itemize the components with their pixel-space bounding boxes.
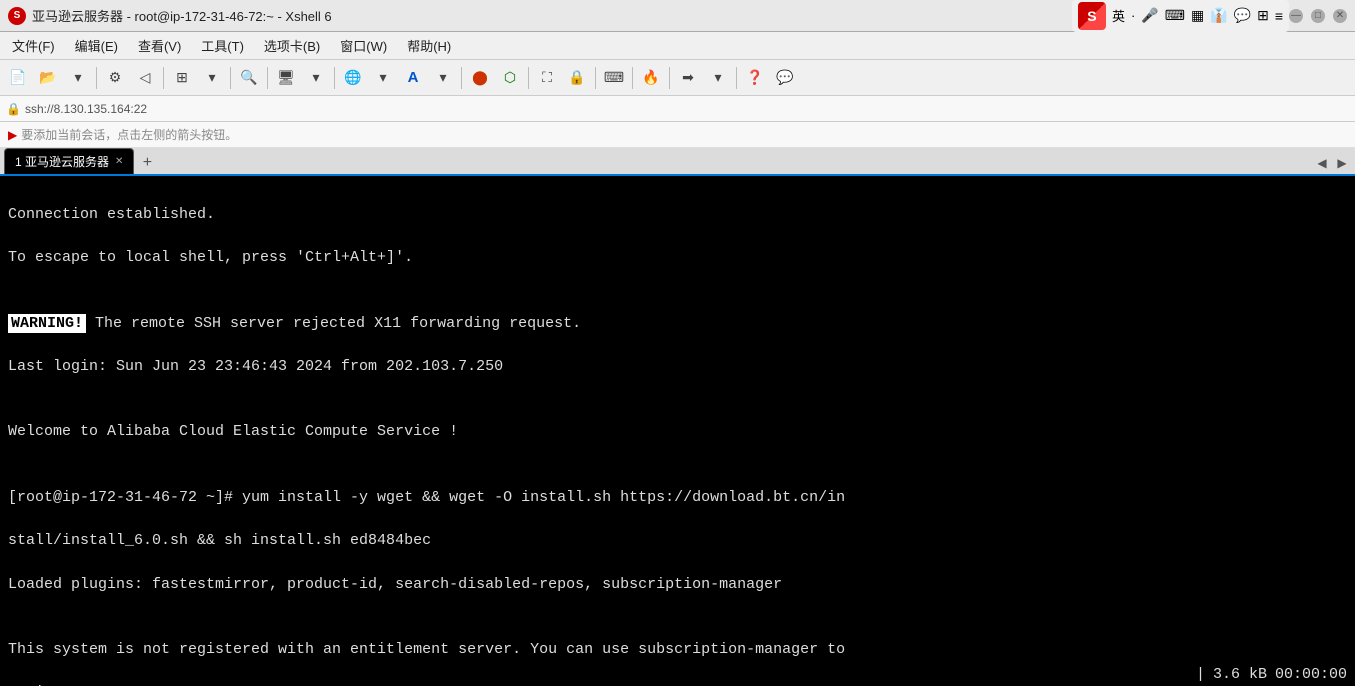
- minimize-button[interactable]: —: [1289, 9, 1303, 23]
- tab-active-label: 1 亚马逊云服务器: [15, 153, 109, 170]
- toolbar-sep-8: [595, 67, 596, 89]
- toolbar-btn3[interactable]: ◁: [131, 64, 159, 92]
- terminal-line-11: Loaded plugins: fastestmirror, product-i…: [8, 574, 1347, 596]
- warning-label: WARNING!: [8, 314, 86, 333]
- toolbar-fire-btn[interactable]: 🔥: [637, 64, 665, 92]
- terminal-line-2: To escape to local shell, press 'Ctrl+Al…: [8, 247, 1347, 269]
- toolbar-open-btn[interactable]: 📂: [34, 64, 62, 92]
- menu-help[interactable]: 帮助(H): [399, 34, 459, 57]
- terminal-line-13: This system is not registered with an en…: [8, 639, 1347, 661]
- tab-nav-left[interactable]: ◀: [1313, 152, 1331, 174]
- tab-nav-right[interactable]: ▶: [1333, 152, 1351, 174]
- tab-bar: 1 亚马逊云服务器 ✕ + ◀ ▶: [0, 148, 1355, 176]
- toolbar-sep-2: [163, 67, 164, 89]
- menu-tools[interactable]: 工具(T): [193, 34, 252, 57]
- menu-view[interactable]: 查看(V): [130, 34, 189, 57]
- ime-shirt-icon[interactable]: 👔: [1210, 7, 1227, 24]
- menu-edit[interactable]: 编辑(E): [67, 34, 126, 57]
- status-separator: |: [1196, 664, 1205, 686]
- terminal-line-4: WARNING! The remote SSH server rejected …: [8, 313, 1347, 335]
- toolbar-sep-4: [267, 67, 268, 89]
- toolbar-chat-btn[interactable]: 💬: [771, 64, 799, 92]
- terminal-line-14: register.: [8, 682, 1347, 686]
- hint-bar: ▶ 要添加当前会话，点击左侧的箭头按钮。: [0, 122, 1355, 148]
- toolbar-globe-btn[interactable]: 🌐: [339, 64, 367, 92]
- lock-icon: 🔒: [6, 102, 21, 116]
- ime-dot: ·: [1131, 8, 1135, 23]
- menu-file[interactable]: 文件(F): [4, 34, 63, 57]
- toolbar-new-btn[interactable]: 📄: [4, 64, 32, 92]
- menu-tab[interactable]: 选项卡(B): [256, 34, 328, 57]
- tab-active[interactable]: 1 亚马逊云服务器 ✕: [4, 148, 134, 174]
- menu-window[interactable]: 窗口(W): [332, 34, 395, 57]
- toolbar-dropdown2-btn[interactable]: ▾: [198, 64, 226, 92]
- status-size: 3.6 kB: [1213, 664, 1267, 686]
- terminal-line-5: Last login: Sun Jun 23 23:46:43 2024 fro…: [8, 356, 1347, 378]
- ime-menu-icon[interactable]: ≡: [1275, 8, 1283, 24]
- toolbar-sep-7: [528, 67, 529, 89]
- toolbar-keyboard-btn[interactable]: ⌨: [600, 64, 628, 92]
- tab-close-icon[interactable]: ✕: [115, 156, 123, 167]
- toolbar-dropdown-btn[interactable]: ▾: [64, 64, 92, 92]
- ime-logo: S: [1078, 2, 1106, 30]
- terminal-line-1: Connection established.: [8, 204, 1347, 226]
- ime-bar: S 英 · 🎤 ⌨ ▦ 👔 💬 ⊞ ≡: [1072, 0, 1289, 32]
- status-time: 00:00:00: [1275, 664, 1347, 686]
- toolbar-settings-btn[interactable]: ⊞: [168, 64, 196, 92]
- tab-add-button[interactable]: +: [136, 152, 158, 174]
- terminal-line-4-rest: The remote SSH server rejected X11 forwa…: [86, 315, 581, 332]
- toolbar-sep-3: [230, 67, 231, 89]
- toolbar-sep-5: [334, 67, 335, 89]
- ime-grid-icon[interactable]: ⊞: [1257, 7, 1269, 24]
- toolbar-expand-btn[interactable]: ⛶: [533, 64, 561, 92]
- toolbar-display-btn[interactable]: 🖥: [272, 64, 300, 92]
- address-text[interactable]: ssh://8.130.135.164:22: [25, 102, 147, 116]
- hint-arrow-icon: ▶: [8, 128, 17, 142]
- terminal-line-7: Welcome to Alibaba Cloud Elastic Compute…: [8, 421, 1347, 443]
- terminal[interactable]: Connection established. To escape to loc…: [0, 176, 1355, 686]
- title-bar-controls: — □ ✕: [1289, 9, 1347, 23]
- toolbar-arrow-btn[interactable]: ➡: [674, 64, 702, 92]
- terminal-line-9: [root@ip-172-31-46-72 ~]# yum install -y…: [8, 487, 1347, 509]
- app-icon: S: [8, 7, 26, 25]
- toolbar-help-btn[interactable]: ❓: [741, 64, 769, 92]
- toolbar-lock-btn[interactable]: 🔒: [563, 64, 591, 92]
- maximize-button[interactable]: □: [1311, 9, 1325, 23]
- toolbar-search-btn[interactable]: 🔍: [235, 64, 263, 92]
- address-bar: 🔒 ssh://8.130.135.164:22: [0, 96, 1355, 122]
- toolbar-sep-1: [96, 67, 97, 89]
- title-bar-text: 亚马逊云服务器 - root@ip-172-31-46-72:~ - Xshel…: [32, 6, 1072, 25]
- ime-table-icon[interactable]: ▦: [1191, 7, 1204, 24]
- tab-nav: ◀ ▶: [1313, 152, 1351, 174]
- toolbar-btn2[interactable]: ⚙: [101, 64, 129, 92]
- toolbar-dropdown5-btn[interactable]: ▾: [429, 64, 457, 92]
- toolbar-dropdown4-btn[interactable]: ▾: [369, 64, 397, 92]
- terminal-line-10: stall/install_6.0.sh && sh install.sh ed…: [8, 530, 1347, 552]
- ime-mic-icon[interactable]: 🎤: [1141, 7, 1158, 24]
- toolbar-green-btn[interactable]: ⬡: [496, 64, 524, 92]
- toolbar-dropdown3-btn[interactable]: ▾: [302, 64, 330, 92]
- ime-lang: 英: [1112, 6, 1125, 25]
- toolbar-sep-10: [669, 67, 670, 89]
- toolbar-a-btn[interactable]: A: [399, 64, 427, 92]
- toolbar-sep-11: [736, 67, 737, 89]
- toolbar-red-btn[interactable]: ⬤: [466, 64, 494, 92]
- toolbar-dropdown6-btn[interactable]: ▾: [704, 64, 732, 92]
- hint-text: 要添加当前会话，点击左侧的箭头按钮。: [21, 126, 237, 143]
- toolbar: 📄 📂 ▾ ⚙ ◁ ⊞ ▾ 🔍 🖥 ▾ 🌐 ▾ A ▾ ⬤ ⬡ ⛶ 🔒 ⌨ 🔥 …: [0, 60, 1355, 96]
- toolbar-sep-6: [461, 67, 462, 89]
- ime-chat-icon[interactable]: 💬: [1234, 7, 1251, 24]
- title-bar: S 亚马逊云服务器 - root@ip-172-31-46-72:~ - Xsh…: [0, 0, 1355, 32]
- close-button[interactable]: ✕: [1333, 9, 1347, 23]
- status-bar: | 3.6 kB 00:00:00: [1196, 664, 1355, 686]
- toolbar-sep-9: [632, 67, 633, 89]
- ime-keyboard-icon[interactable]: ⌨: [1165, 7, 1185, 24]
- menu-bar: 文件(F) 编辑(E) 查看(V) 工具(T) 选项卡(B) 窗口(W) 帮助(…: [0, 32, 1355, 60]
